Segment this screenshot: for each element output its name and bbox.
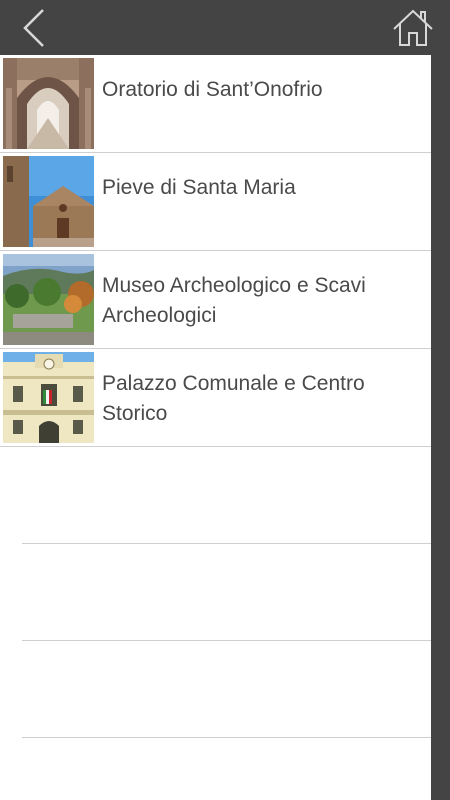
- list-item-label: Palazzo Comunale e Centro Storico: [102, 372, 365, 425]
- empty-row: [0, 544, 431, 641]
- church-photo: [3, 156, 94, 247]
- home-icon: [393, 9, 433, 46]
- places-list: Oratorio di Sant’Onofrio Pieve di Santa …: [0, 55, 431, 800]
- list-item-pieve[interactable]: Pieve di Santa Maria: [0, 153, 431, 251]
- home-button[interactable]: [390, 6, 436, 50]
- list-item-museo[interactable]: Museo Archeologico e Scavi Archeologici: [0, 251, 431, 349]
- park-photo: [3, 254, 94, 345]
- empty-row: [0, 641, 431, 738]
- list-item-oratorio[interactable]: Oratorio di Sant’Onofrio: [0, 55, 431, 153]
- empty-row: [0, 447, 431, 544]
- list-item-label: Pieve di Santa Maria: [102, 176, 296, 199]
- back-button[interactable]: [14, 6, 54, 50]
- list-item-label: Museo Archeologico e Scavi Archeologici: [102, 274, 366, 327]
- townhall-photo: [3, 352, 94, 443]
- top-bar: [0, 0, 450, 55]
- chevron-left-icon: [23, 9, 44, 47]
- list-item-palazzo[interactable]: Palazzo Comunale e Centro Storico: [0, 349, 431, 447]
- arcade-photo: [3, 58, 94, 149]
- list-item-label: Oratorio di Sant’Onofrio: [102, 78, 323, 101]
